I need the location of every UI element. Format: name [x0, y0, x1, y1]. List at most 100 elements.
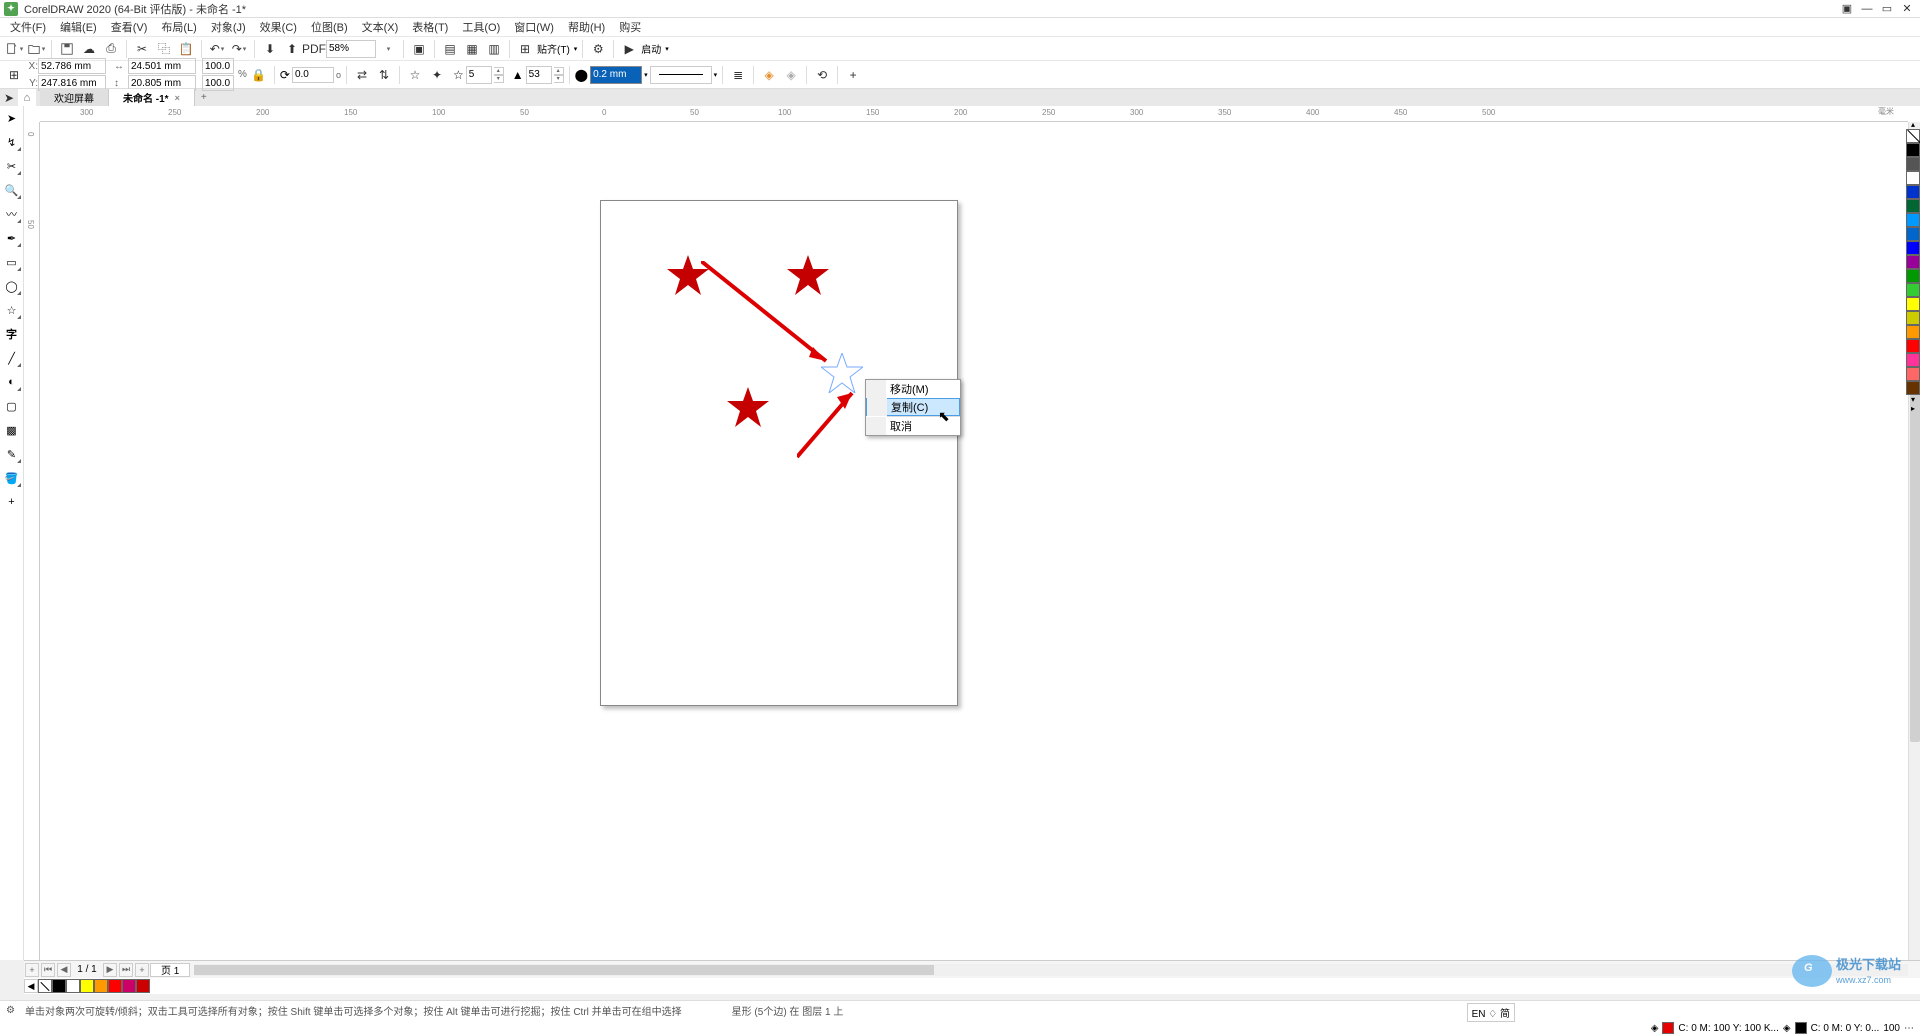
- mirror-v-button[interactable]: ⇅: [374, 65, 394, 85]
- scale-y-input[interactable]: 100.0: [202, 75, 234, 91]
- window-extra-icon[interactable]: ▣: [1838, 2, 1856, 16]
- artistic-media-tool[interactable]: ✒: [2, 228, 22, 248]
- line-style-drop[interactable]: ▾: [714, 71, 718, 79]
- outline-width-input[interactable]: 0.2 mm: [590, 66, 642, 84]
- swatch-black[interactable]: [52, 979, 66, 993]
- palette-17[interactable]: [1906, 381, 1920, 395]
- fullscreen-button[interactable]: ▣: [409, 39, 429, 59]
- drawing-viewport[interactable]: 移动(M) 复制(C) 取消 ⬉: [40, 122, 1908, 960]
- outline-width-drop[interactable]: ▾: [644, 71, 648, 79]
- snap-dropdown[interactable]: ▾: [574, 45, 578, 53]
- palette-9[interactable]: [1906, 269, 1920, 283]
- complex-star-icon[interactable]: ✦: [427, 65, 447, 85]
- h-scroll-thumb[interactable]: [194, 965, 934, 975]
- fill-tool[interactable]: 🪣: [2, 468, 22, 488]
- import-button[interactable]: ⬇: [260, 39, 280, 59]
- minimize-button[interactable]: —: [1858, 2, 1876, 16]
- palette-10[interactable]: [1906, 283, 1920, 297]
- menu-edit[interactable]: 编辑(E): [54, 18, 103, 36]
- last-page-button[interactable]: ⏭: [119, 963, 133, 977]
- star-points-input[interactable]: 5: [466, 66, 492, 84]
- palette-0[interactable]: [1906, 143, 1920, 157]
- gear-icon[interactable]: ⚙: [6, 1005, 15, 1016]
- palette-scroll-down[interactable]: ▾: [1906, 395, 1920, 404]
- palette-5[interactable]: [1906, 213, 1920, 227]
- x-pos-input[interactable]: 52.786 mm: [38, 58, 106, 74]
- palette-3[interactable]: [1906, 185, 1920, 199]
- context-copy[interactable]: 复制(C): [866, 398, 960, 416]
- palette-1[interactable]: [1906, 157, 1920, 171]
- welcome-tab[interactable]: 欢迎屏幕: [40, 89, 109, 107]
- width-input[interactable]: 24.501 mm: [128, 58, 196, 74]
- eyedropper-tool[interactable]: ✎: [2, 444, 22, 464]
- palette-scroll-up[interactable]: ▴: [1906, 120, 1920, 129]
- ellipse-tool[interactable]: ◯: [2, 276, 22, 296]
- export-button[interactable]: ⬆: [282, 39, 302, 59]
- palette-2[interactable]: [1906, 171, 1920, 185]
- options-button[interactable]: ⚙: [588, 39, 608, 59]
- shape-tool[interactable]: ↯: [2, 132, 22, 152]
- document-tab-1[interactable]: 未命名 -1*×: [109, 89, 195, 107]
- context-cancel[interactable]: 取消: [866, 417, 960, 435]
- guides-button[interactable]: ▥: [484, 39, 504, 59]
- status-drop-next[interactable]: ⋯: [1904, 1023, 1914, 1034]
- menu-bitmap[interactable]: 位图(B): [305, 18, 354, 36]
- horizontal-ruler[interactable]: 300 250 200 150 100 50 0 50 100 150 200 …: [40, 106, 1908, 122]
- tab-close-icon[interactable]: ×: [175, 93, 180, 103]
- menu-text[interactable]: 文本(X): [356, 18, 405, 36]
- line-tool[interactable]: ╱: [2, 348, 22, 368]
- palette-expand[interactable]: ▸: [1906, 404, 1920, 413]
- effect-tool[interactable]: ◐: [2, 372, 22, 392]
- menu-help[interactable]: 帮助(H): [562, 18, 611, 36]
- sharp-up[interactable]: ▴: [554, 67, 564, 75]
- no-fill-swatch[interactable]: [38, 979, 52, 993]
- snap-icon[interactable]: ⊞: [515, 39, 535, 59]
- points-up[interactable]: ▴: [494, 67, 504, 75]
- palette-15[interactable]: [1906, 353, 1920, 367]
- grid-button[interactable]: ▦: [462, 39, 482, 59]
- print-button[interactable]: ⎙: [101, 39, 121, 59]
- color-scroll-left[interactable]: ◀: [24, 979, 38, 993]
- redo-button[interactable]: ↷: [229, 39, 249, 59]
- copy-button[interactable]: ⿻: [154, 39, 174, 59]
- polygon-tool[interactable]: ☆: [2, 300, 22, 320]
- scale-x-input[interactable]: 100.0: [202, 58, 234, 74]
- palette-11[interactable]: [1906, 297, 1920, 311]
- order-back-button[interactable]: ◈: [781, 65, 801, 85]
- star-shape-3[interactable]: [727, 387, 769, 427]
- order-front-button[interactable]: ◈: [759, 65, 779, 85]
- pdf-button[interactable]: PDF: [304, 39, 324, 59]
- star-sharp-input[interactable]: 53: [526, 66, 552, 84]
- object-origin-button[interactable]: ⊞: [4, 65, 24, 85]
- paste-button[interactable]: 📋: [176, 39, 196, 59]
- palette-12[interactable]: [1906, 311, 1920, 325]
- pick-tool-quick[interactable]: ➤: [0, 88, 18, 108]
- convert-curves-button[interactable]: ⟲: [812, 65, 832, 85]
- launch-label[interactable]: 启动: [641, 41, 661, 56]
- language-indicator[interactable]: EN ♢ 简: [1467, 1003, 1515, 1022]
- swatch-3[interactable]: [108, 979, 122, 993]
- home-tab-button[interactable]: ⌂: [18, 89, 36, 107]
- menu-layout[interactable]: 布局(L): [155, 18, 202, 36]
- palette-8[interactable]: [1906, 255, 1920, 269]
- menu-tools[interactable]: 工具(O): [456, 18, 506, 36]
- vertical-ruler[interactable]: 0 50: [24, 122, 40, 960]
- quick-customize[interactable]: +: [2, 492, 22, 512]
- palette-14[interactable]: [1906, 339, 1920, 353]
- line-style-input[interactable]: [650, 66, 712, 84]
- menu-file[interactable]: 文件(F): [4, 18, 52, 36]
- zoom-tool[interactable]: 🔍: [2, 180, 22, 200]
- new-tab-button[interactable]: +: [197, 91, 211, 105]
- menu-view[interactable]: 查看(V): [105, 18, 154, 36]
- menu-object[interactable]: 对象(J): [205, 18, 252, 36]
- swatch-5[interactable]: [136, 979, 150, 993]
- save-button[interactable]: [57, 39, 77, 59]
- palette-7[interactable]: [1906, 241, 1920, 255]
- launch-icon[interactable]: ▶: [619, 39, 639, 59]
- zoom-input[interactable]: [326, 40, 376, 58]
- palette-nofill[interactable]: [1906, 129, 1920, 143]
- undo-button[interactable]: ↶: [207, 39, 227, 59]
- add-page-button[interactable]: +: [25, 963, 39, 977]
- context-move[interactable]: 移动(M): [866, 380, 960, 398]
- rectangle-tool[interactable]: ▭: [2, 252, 22, 272]
